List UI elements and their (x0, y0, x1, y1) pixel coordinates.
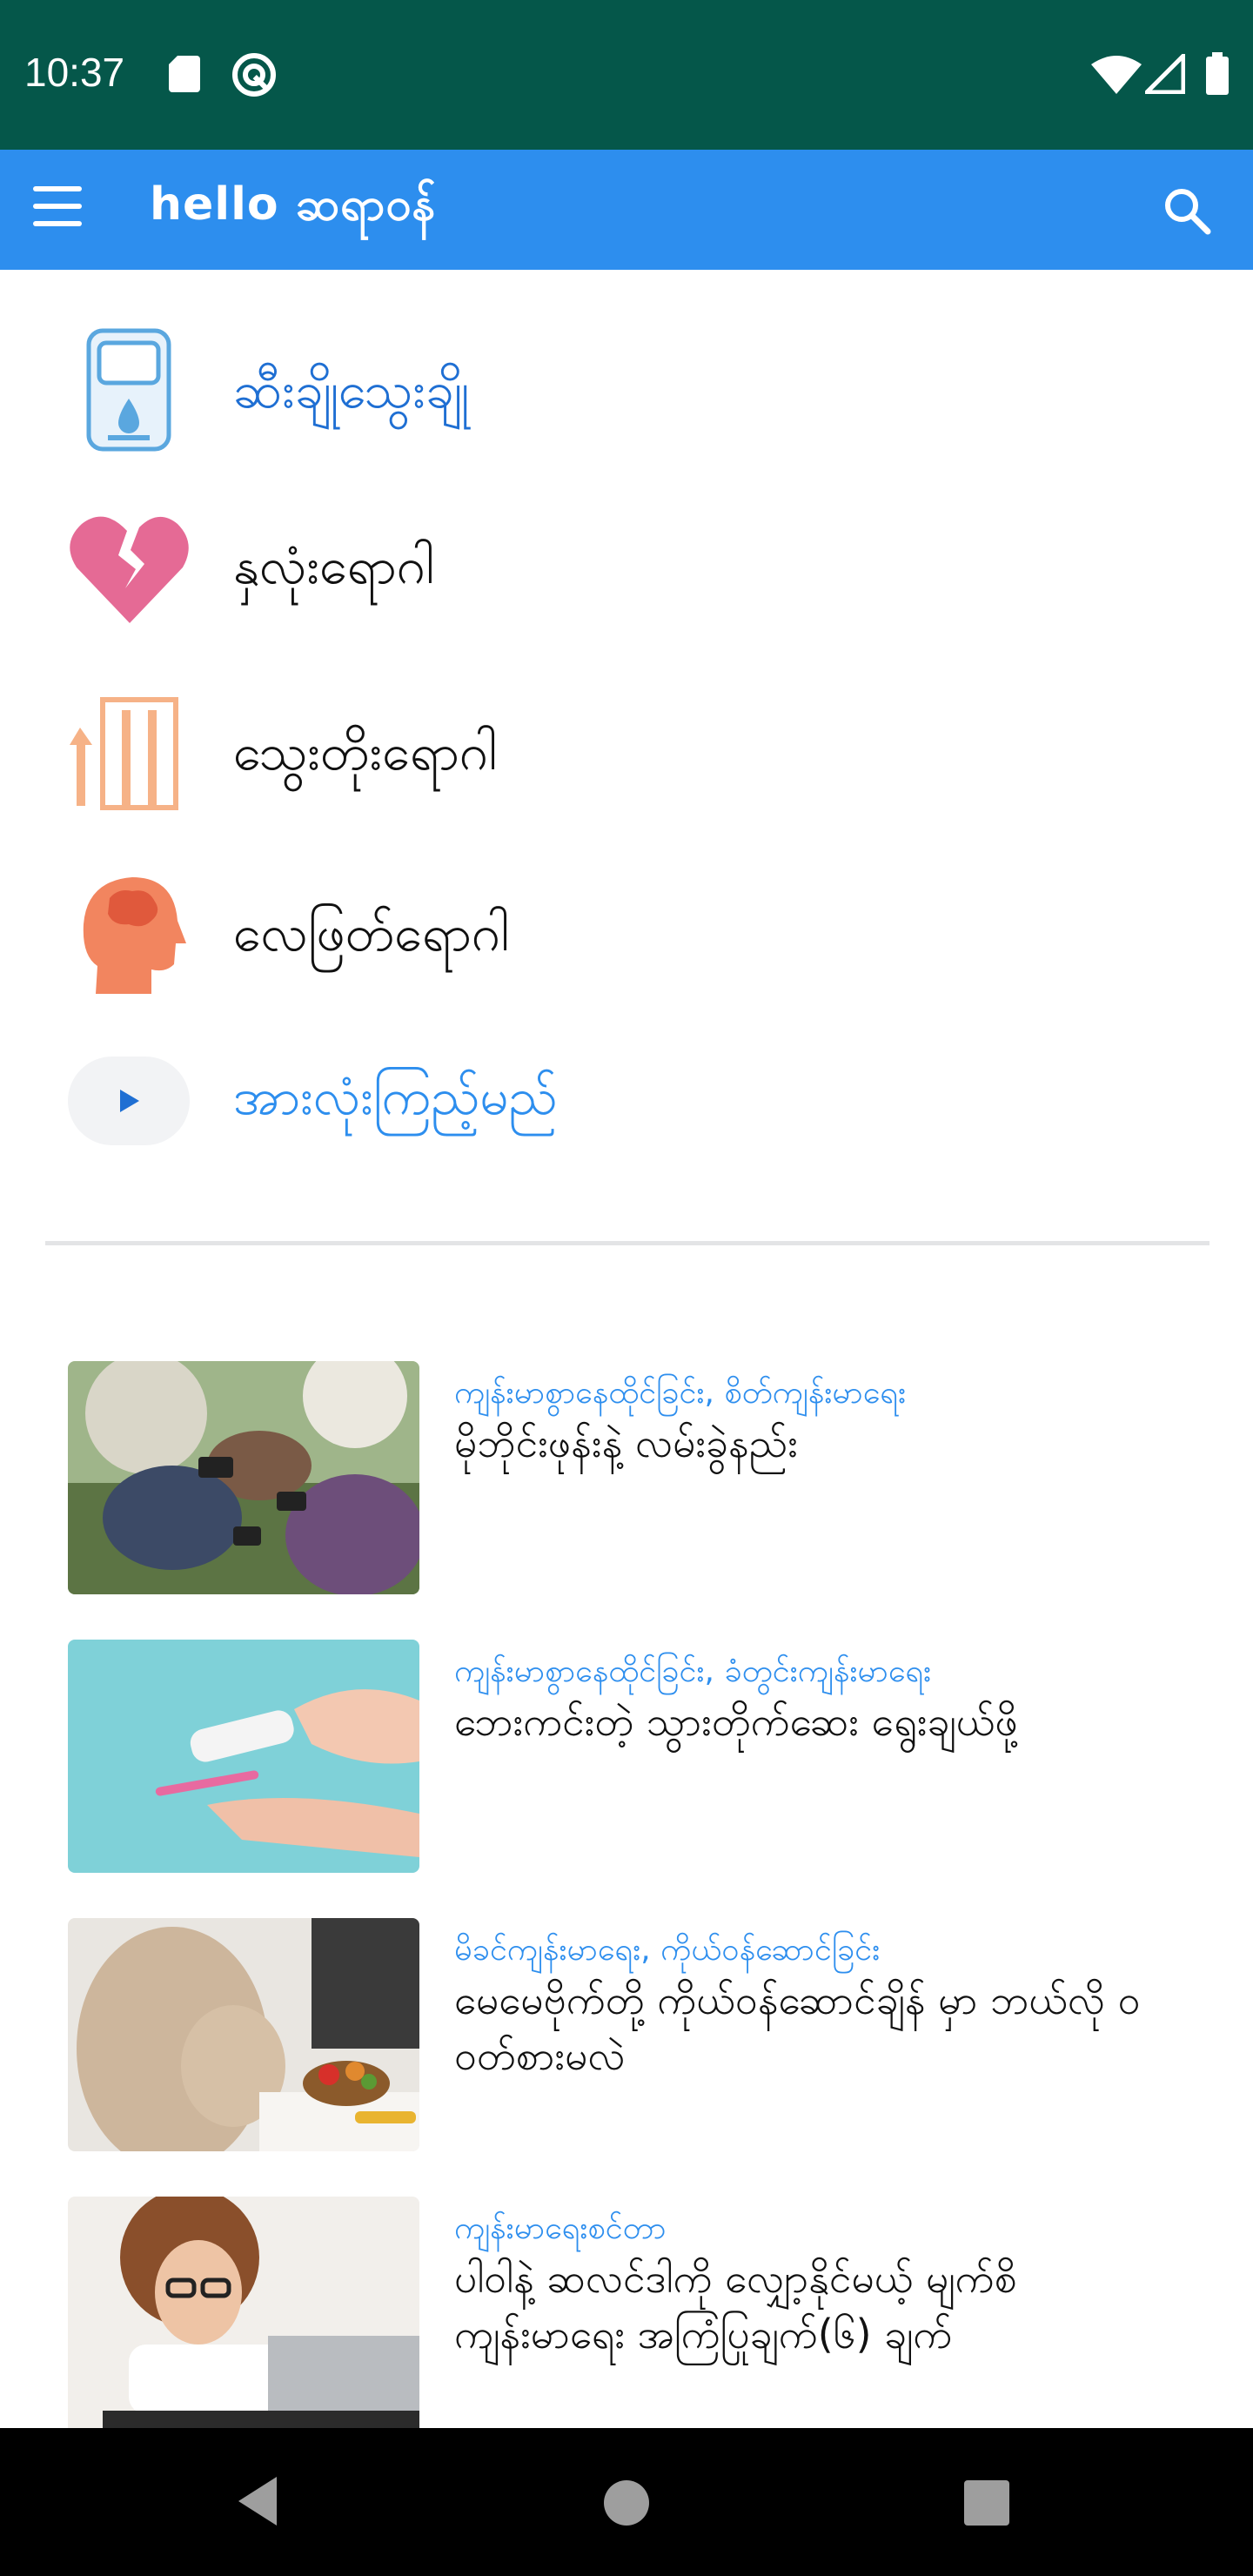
category-label: ဆီးချိုသွေးချို (233, 360, 470, 419)
play-icon (120, 1090, 139, 1112)
brain-head-icon (83, 877, 186, 994)
article-card[interactable]: ကျန်းမာစွာနေထိုင်ခြင်း, စိတ်ကျန်းမာရေး မ… (0, 1361, 1253, 1622)
glucose-meter-icon (86, 328, 171, 452)
signal-icon (1145, 54, 1185, 94)
article-category[interactable]: ကျန်းမာစွာနေထိုင်ခြင်း, ခံတွင်းကျန်းမာရေ… (454, 1650, 931, 1697)
blood-pressure-icon (70, 697, 178, 810)
category-stroke[interactable]: လေဖြတ်ရောဂါ (0, 856, 1253, 1013)
app-bar: hello ဆရာဝန် (0, 150, 1253, 270)
category-diabetes[interactable]: ဆီးချိုသွေးချို (0, 313, 1253, 470)
search-icon[interactable] (1161, 184, 1213, 237)
article-card[interactable]: ကျန်းမာရေးစင်တာ ပါဝါနဲ့ ဆလင်ဒါကို လျှော့… (0, 2197, 1253, 2458)
status-time: 10:37 (24, 50, 125, 95)
back-icon[interactable] (233, 2473, 285, 2529)
people-with-phones-photo (68, 1361, 419, 1594)
article-title[interactable]: မေမေဗိုက်တို့ ကိုယ်ဝန်ဆောင်ချိန် မှာ ဘယ်… (454, 1972, 1168, 2083)
hamburger-menu-icon[interactable] (33, 186, 85, 233)
category-hypertension[interactable]: သွေးတိုးရောဂါ (0, 675, 1253, 832)
home-icon[interactable] (604, 2480, 649, 2526)
article-category[interactable]: မိခင်ကျန်းမာရေး, ကိုယ်ဝန်ဆောင်ခြင်း (454, 1929, 880, 1976)
category-label: နှလုံးရောဂါ (233, 536, 434, 595)
see-all-link[interactable]: အားလုံးကြည့်မည် (233, 1065, 558, 1139)
article-card[interactable]: မိခင်ကျန်းမာရေး, ကိုယ်ဝန်ဆောင်ခြင်း မေမေ… (0, 1918, 1253, 2179)
toothpaste-photo (68, 1640, 419, 1873)
recents-icon[interactable] (964, 2480, 1009, 2526)
sync-icon (232, 53, 276, 97)
article-title[interactable]: ဘေးကင်းတဲ့ သွားတိုက်ဆေး ရွေးချယ်ဖို့ (454, 1694, 1168, 1749)
pregnant-woman-photo (68, 1918, 419, 2151)
category-label: လေဖြတ်ရောဂါ (233, 903, 510, 963)
article-title[interactable]: မိုဘိုင်းဖုန်းနဲ့ လမ်းခွဲနည်း (454, 1415, 1168, 1471)
system-nav-bar (0, 2428, 1253, 2576)
category-label: သွေးတိုးရောဂါ (233, 722, 498, 782)
sd-card-icon (169, 56, 200, 92)
section-divider (45, 1241, 1209, 1245)
battery-icon (1206, 52, 1229, 95)
see-all-button[interactable] (68, 1057, 190, 1145)
article-category[interactable]: ကျန်းမာရေးစင်တာ (454, 2207, 667, 2254)
app-brand-logo[interactable]: hello ဆရာဝန် (150, 176, 436, 242)
article-category[interactable]: ကျန်းမာစွာနေထိုင်ခြင်း, စိတ်ကျန်းမာရေး (454, 1372, 906, 1419)
woman-laptop-glasses-photo (68, 2197, 419, 2428)
wifi-icon (1091, 56, 1142, 94)
article-card[interactable]: ကျန်းမာစွာနေထိုင်ခြင်း, ခံတွင်းကျန်းမာရေ… (0, 1640, 1253, 1901)
broken-heart-icon (70, 516, 189, 623)
article-title[interactable]: ပါဝါနဲ့ ဆလင်ဒါကို လျှော့နိုင်မယ့် မျက်စိ… (454, 2251, 1168, 2362)
status-bar: 10:37 (0, 0, 1253, 150)
category-heart-disease[interactable]: နှလုံးရောဂါ (0, 494, 1253, 651)
